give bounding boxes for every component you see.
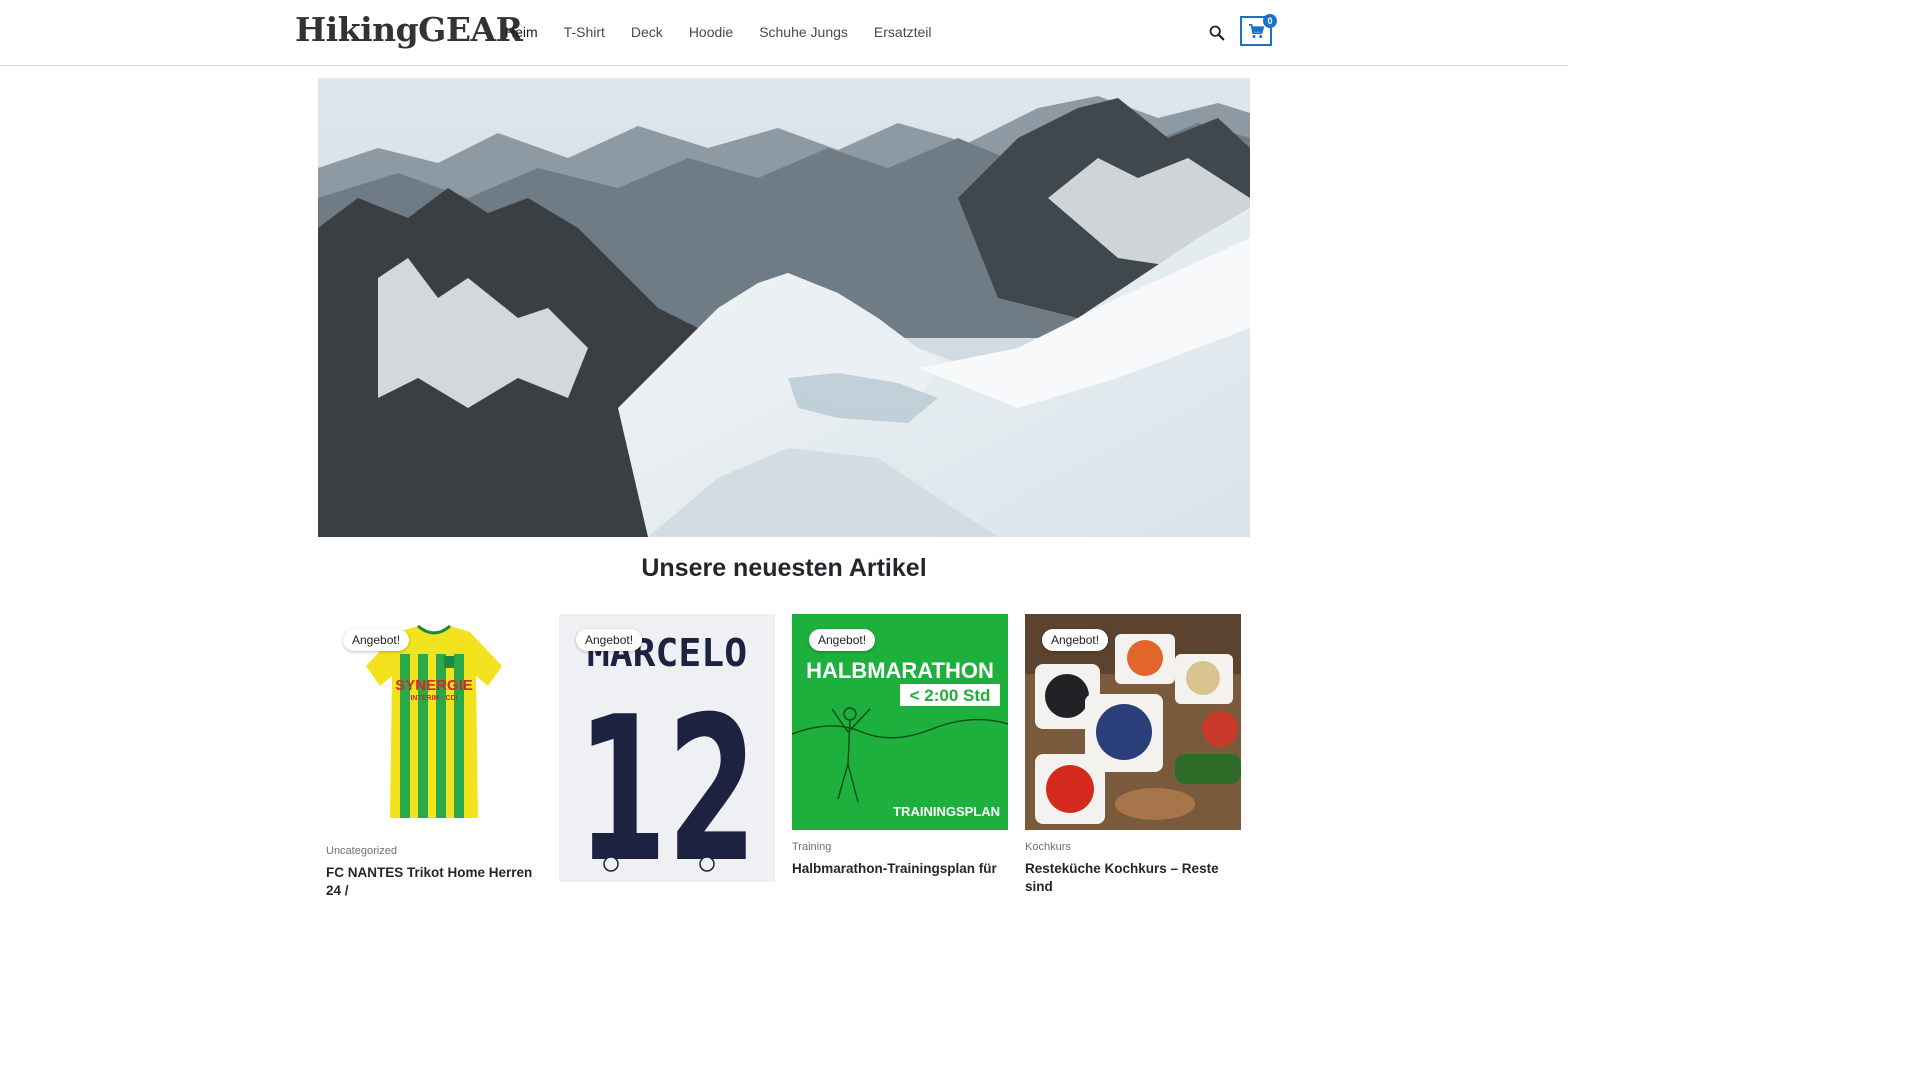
number-print-image: MARCELO 12	[559, 614, 775, 882]
cart-icon	[1248, 23, 1264, 38]
main-nav: Heim T-Shirt Deck Hoodie Schuhe Jungs Er…	[505, 24, 958, 40]
hero-image	[318, 78, 1250, 537]
sale-badge: Angebot!	[576, 629, 643, 651]
cart-count-badge: 0	[1263, 14, 1277, 28]
product-category[interactable]: Uncategorized	[326, 845, 397, 857]
product-image[interactable]: Angebot!	[1025, 614, 1241, 830]
svg-text:INTERIM - CDI: INTERIM - CDI	[410, 695, 457, 702]
product-category[interactable]: Kochkurs	[1025, 841, 1071, 853]
product-image[interactable]: MARCELO 12 Angebot!	[559, 614, 775, 882]
product-card[interactable]: HALBMARATHON < 2:00 Std TRAININGSPLAN An…	[792, 614, 1008, 876]
sale-badge: Angebot!	[343, 629, 410, 651]
product-card[interactable]: MARCELO 12 Angebot!	[559, 614, 775, 882]
product-image[interactable]: HALBMARATHON < 2:00 Std TRAININGSPLAN An…	[792, 614, 1008, 830]
product-category[interactable]: Training	[792, 841, 831, 853]
site-header: HikingGEAR Heim T-Shirt Deck Hoodie Schu…	[0, 0, 1568, 66]
svg-text:SYNERGIE: SYNERGIE	[395, 677, 473, 694]
product-title[interactable]: FC NANTES Trikot Home Herren 24 /	[326, 864, 546, 900]
product-title[interactable]: Halbmarathon-Trainingsplan für	[792, 860, 1012, 878]
svg-text:TRAININGSPLAN: TRAININGSPLAN	[893, 804, 1000, 819]
product-card[interactable]: Angebot! Kochkurs Resteküche Kochkurs – …	[1025, 614, 1241, 894]
nav-item-deck[interactable]: Deck	[631, 24, 663, 40]
svg-text:12: 12	[577, 674, 757, 882]
nav-item-ersatzteil[interactable]: Ersatzteil	[874, 24, 932, 40]
nav-item-tshirt[interactable]: T-Shirt	[564, 24, 605, 40]
search-icon[interactable]	[1208, 24, 1226, 42]
product-card[interactable]: SYNERGIE INTERIM - CDI Angebot! Uncatego…	[326, 614, 542, 898]
sale-badge: Angebot!	[809, 629, 876, 651]
product-image[interactable]: SYNERGIE INTERIM - CDI Angebot!	[326, 614, 542, 830]
sale-badge: Angebot!	[1042, 629, 1109, 651]
nav-item-hoodie[interactable]: Hoodie	[689, 24, 733, 40]
product-title[interactable]: Resteküche Kochkurs – Reste sind	[1025, 860, 1245, 896]
svg-text:HALBMARATHON: HALBMARATHON	[806, 658, 994, 683]
nav-item-schuhe-jungs[interactable]: Schuhe Jungs	[759, 24, 848, 40]
nav-item-heim[interactable]: Heim	[505, 24, 538, 40]
svg-text:< 2:00 Std: < 2:00 Std	[910, 686, 991, 705]
section-title: Unsere neuesten Artikel	[641, 554, 927, 582]
site-logo[interactable]: HikingGEAR	[295, 10, 523, 49]
mountain-landscape-image	[318, 78, 1250, 537]
